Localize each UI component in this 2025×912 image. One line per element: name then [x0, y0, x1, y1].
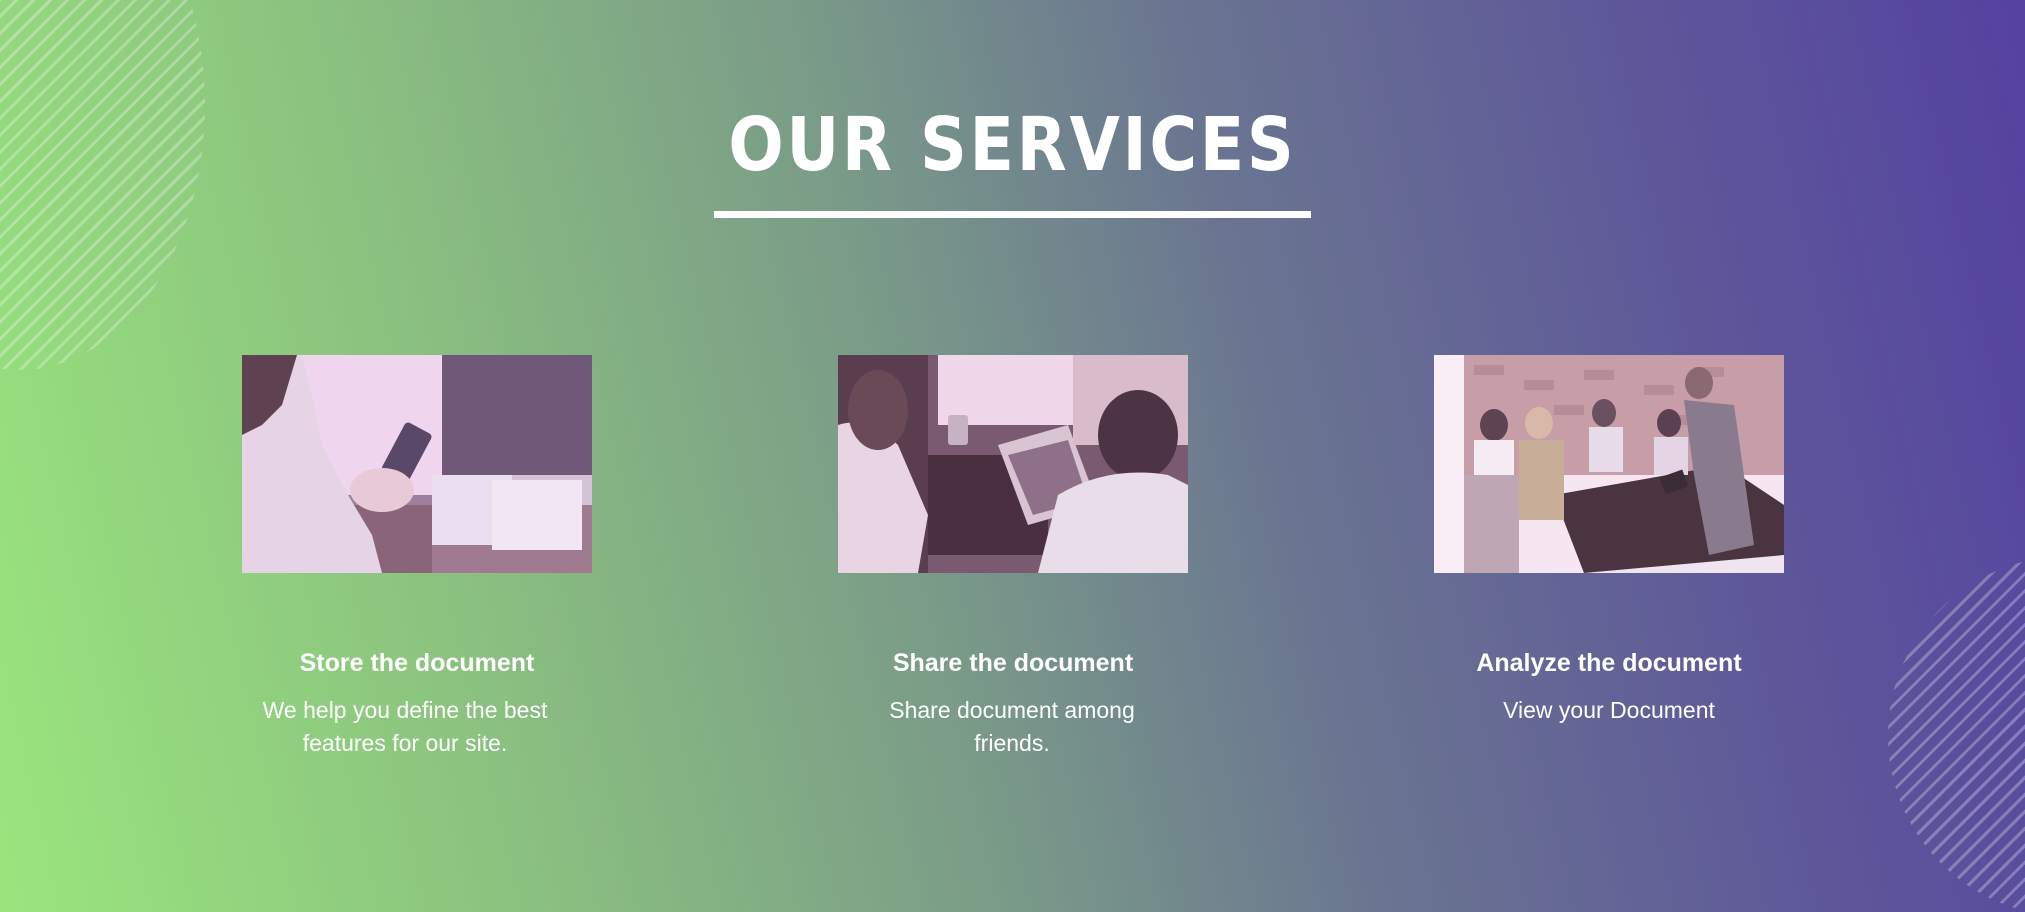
- service-heading: Store the document: [299, 649, 535, 677]
- title-underline: [714, 211, 1311, 218]
- service-description: View your Document: [1503, 697, 1715, 723]
- striped-circle-decoration: [1888, 556, 2025, 912]
- service-card-analyze: Analyze the document View your Document: [1434, 355, 1784, 723]
- services-section: OUR SERVICES Store the document We help …: [0, 0, 2025, 912]
- service-image-store: [242, 355, 592, 573]
- service-image-analyze: [1434, 355, 1784, 573]
- section-title: OUR SERVICES: [728, 102, 1297, 188]
- service-description: We help you define the best features for…: [262, 697, 548, 756]
- photo-team-meeting-icon: [1434, 355, 1784, 573]
- service-card-store: Store the document We help you define th…: [242, 355, 592, 756]
- service-card-share: Share the document Share document among …: [838, 355, 1188, 756]
- service-image-share: [838, 355, 1188, 573]
- service-heading: Share the document: [892, 649, 1134, 677]
- service-heading: Analyze the document: [1476, 649, 1742, 677]
- photo-woman-using-phone-icon: [242, 355, 592, 573]
- photo-people-sharing-documents-icon: [838, 355, 1188, 573]
- service-description: Share document among friends.: [889, 697, 1135, 756]
